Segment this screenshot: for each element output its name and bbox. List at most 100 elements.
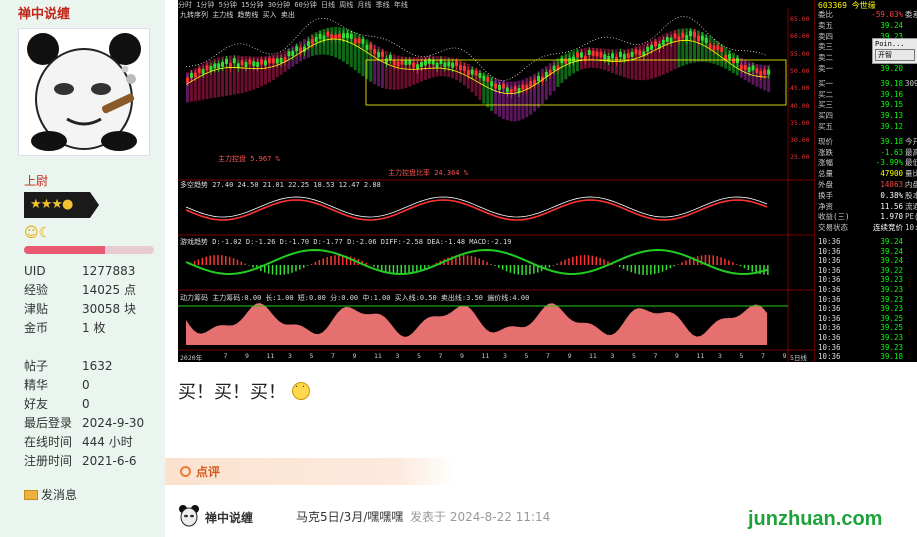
macd-bar: [673, 265, 675, 267]
macd-bar: [712, 255, 714, 265]
stat-row: 津贴 30058 块: [24, 300, 164, 319]
sidebar-username[interactable]: 禅中说缠: [18, 3, 70, 22]
macd-bar: [560, 261, 562, 265]
candle-body: [201, 69, 205, 75]
date-tick: 11: [589, 352, 597, 360]
macd-bar: [494, 265, 496, 266]
quote-row: 交易状态 连续竞价10:36: [815, 223, 917, 233]
macd-bar: [470, 256, 473, 265]
quote-label: 买一: [818, 78, 833, 88]
candle-body: [634, 49, 638, 55]
price-tick: 25.00: [790, 153, 810, 162]
stat-value: 0: [82, 378, 90, 392]
tick-time: 10:36: [818, 256, 841, 266]
comment-section-header: 点评: [165, 458, 455, 485]
avatar[interactable]: [18, 28, 150, 156]
date-tick: 3: [610, 352, 615, 360]
stat-row: 注册时间 2021-6-6: [24, 452, 164, 471]
oscillator-line-red: [185, 199, 768, 221]
candle-body: [267, 58, 271, 64]
candle-body: [186, 77, 189, 83]
candle-body: [654, 41, 657, 47]
quote-row: 现价 39.18 今开: [815, 137, 917, 147]
macd-bar: [228, 256, 231, 265]
author-avatar[interactable]: [178, 504, 200, 528]
quote-extra: 10:36: [905, 223, 917, 233]
quote-value: 39.18: [880, 78, 903, 88]
candle-body: [361, 38, 365, 44]
tick-row: 10:36 39.23: [815, 343, 917, 353]
candle-body: [264, 60, 267, 66]
stat-value: 1277883: [82, 264, 136, 278]
candle-body: [221, 61, 225, 67]
macd-bar: [564, 259, 566, 265]
macd-bar: [509, 265, 512, 273]
date-tick: 3: [503, 352, 507, 360]
candle-body: [622, 54, 626, 60]
candle-body: [685, 35, 689, 41]
macd-bar: [240, 261, 243, 265]
date-tick: 3: [288, 352, 292, 360]
date-tick: 7: [761, 352, 765, 360]
comment-author[interactable]: 禅中说缠: [205, 509, 253, 526]
indicator-line: 主力控盘 5.967 %: [218, 155, 280, 163]
quote-label: 涨幅: [818, 158, 833, 168]
candle-body: [650, 44, 654, 50]
tick-price: 39.25: [880, 323, 903, 333]
author-avatar-image: [179, 505, 199, 527]
quote-value: 连续竞价: [873, 223, 903, 233]
rank-title[interactable]: 上尉: [24, 172, 48, 189]
tick-price: 39.23: [880, 294, 903, 304]
medal-icons[interactable]: ☺☾: [24, 225, 51, 241]
tick-price: 39.24: [880, 246, 903, 256]
quote-row: 买四 39.13: [815, 111, 917, 121]
quote-row: 卖五 39.24: [815, 21, 917, 31]
macd-bar: [650, 265, 652, 275]
macd-bar: [513, 265, 516, 274]
quote-value: 0.38%: [880, 190, 903, 200]
candle-body: [689, 31, 693, 37]
send-message-link[interactable]: 发消息: [24, 486, 77, 503]
comment-label: 点评: [196, 465, 221, 479]
candle-body: [755, 68, 759, 74]
candle-body: [193, 72, 197, 78]
tick-row: 10:36 39.24: [815, 237, 917, 247]
send-message-label: 发消息: [41, 488, 78, 502]
floating-popup[interactable]: Poin... 开智: [872, 38, 917, 64]
candle-body: [720, 47, 724, 53]
candle-body: [260, 59, 264, 65]
macd-bar: [498, 265, 500, 268]
candle-body: [244, 62, 248, 68]
macd-bar: [576, 255, 578, 265]
stat-label: 好友: [24, 397, 49, 411]
quote-label: 委比: [818, 10, 833, 19]
stat-value: 444 小时: [82, 435, 133, 449]
quote-row: 外盘 14863 内盘: [815, 180, 917, 190]
candle-body: [271, 58, 275, 64]
candle-body: [537, 76, 540, 82]
date-tick: 7: [331, 352, 335, 360]
date-tick: 5: [309, 352, 314, 360]
candle-body: [560, 58, 564, 64]
date-tick: 9: [245, 352, 249, 360]
macd-bar: [275, 265, 278, 275]
macd-bar: [232, 258, 235, 265]
macd-bar: [318, 260, 321, 265]
candle-body: [482, 75, 486, 81]
macd-bar: [291, 265, 293, 273]
quote-row: 买五 39.12: [815, 122, 917, 132]
candle-body: [462, 66, 466, 72]
candle-body: [225, 58, 228, 64]
candle-body: [365, 44, 369, 50]
quote-row: 卖一 39.20: [815, 64, 917, 74]
comment-time: 发表于 2024-8-22 11:14: [410, 510, 551, 524]
popup-button[interactable]: 开智: [875, 49, 915, 61]
date-tick: 3: [395, 352, 400, 360]
macd-bar: [303, 265, 305, 268]
macd-bar: [646, 265, 648, 275]
tick-row: 10:36 39.23: [815, 304, 917, 314]
macd-bar: [306, 265, 309, 266]
stat-row: 经验 14025 点: [24, 281, 164, 300]
macd-bar: [377, 265, 379, 269]
macd-bar: [689, 258, 691, 265]
